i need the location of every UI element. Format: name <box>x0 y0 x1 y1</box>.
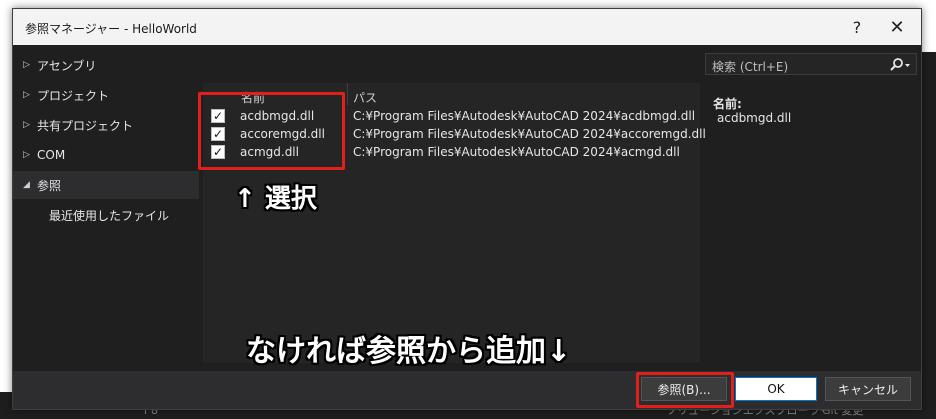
nav-item-label: アセンブリ <box>37 58 97 73</box>
search-input[interactable]: 検索 (Ctrl+E) <box>712 58 788 75</box>
background-ide-edge <box>920 52 936 392</box>
nav-item-label: プロジェクト <box>37 88 110 103</box>
close-button[interactable]: ✕ <box>883 15 911 39</box>
expand-arrow-icon: ▷ <box>23 60 30 70</box>
expand-arrow-icon: ▷ <box>23 120 30 130</box>
annotation-browse-text: なければ参照から追加↓ <box>246 334 572 369</box>
nav-item-projects[interactable]: ▷ プロジェクト <box>13 81 199 109</box>
nav-item-assemblies[interactable]: ▷ アセンブリ <box>13 51 199 79</box>
reference-path: C:¥Program Files¥Autodesk¥AutoCAD 2024¥a… <box>353 109 696 123</box>
nav-item-recent-files[interactable]: 最近使用したファイル <box>49 207 169 224</box>
nav-item-label: 共有プロジェクト <box>37 118 134 133</box>
nav-item-shared-projects[interactable]: ▷ 共有プロジェクト <box>13 111 199 139</box>
detail-name-value: acdbmgd.dll <box>717 111 792 125</box>
search-icon[interactable] <box>886 56 912 74</box>
column-header-path[interactable]: パス <box>353 89 377 106</box>
cancel-button[interactable]: キャンセル <box>825 377 911 401</box>
nav-item-label: 参照 <box>37 178 62 193</box>
reference-path: C:¥Program Files¥Autodesk¥AutoCAD 2024¥a… <box>353 145 680 159</box>
nav-item-browse[interactable]: ◢ 参照 <box>13 171 199 199</box>
help-button[interactable]: ? <box>843 15 871 39</box>
category-nav: ▷ アセンブリ ▷ プロジェクト ▷ 共有プロジェクト ▷ COM ◢ 参照 最… <box>13 45 201 371</box>
detail-name-label: 名前: <box>713 97 742 111</box>
reference-path: C:¥Program Files¥Autodesk¥AutoCAD 2024¥a… <box>353 127 706 141</box>
column-divider <box>347 83 348 105</box>
annotation-select-text: ↑ 選択 <box>234 184 317 214</box>
search-box[interactable]: 検索 (Ctrl+E) <box>705 53 917 75</box>
nav-item-label: COM <box>37 148 66 162</box>
ok-button[interactable]: OK <box>735 377 817 401</box>
dialog-titlebar: 参照マネージャー - HelloWorld ? ✕ <box>13 9 921 45</box>
expand-arrow-icon: ▷ <box>23 90 30 100</box>
annotation-highlight-checkboxes <box>198 92 345 170</box>
expand-arrow-icon: ▷ <box>23 150 30 160</box>
dialog-title: 参照マネージャー - HelloWorld <box>25 22 197 36</box>
annotation-highlight-browse <box>636 372 734 408</box>
nav-item-com[interactable]: ▷ COM <box>13 141 199 169</box>
collapse-arrow-icon: ◢ <box>23 180 30 190</box>
